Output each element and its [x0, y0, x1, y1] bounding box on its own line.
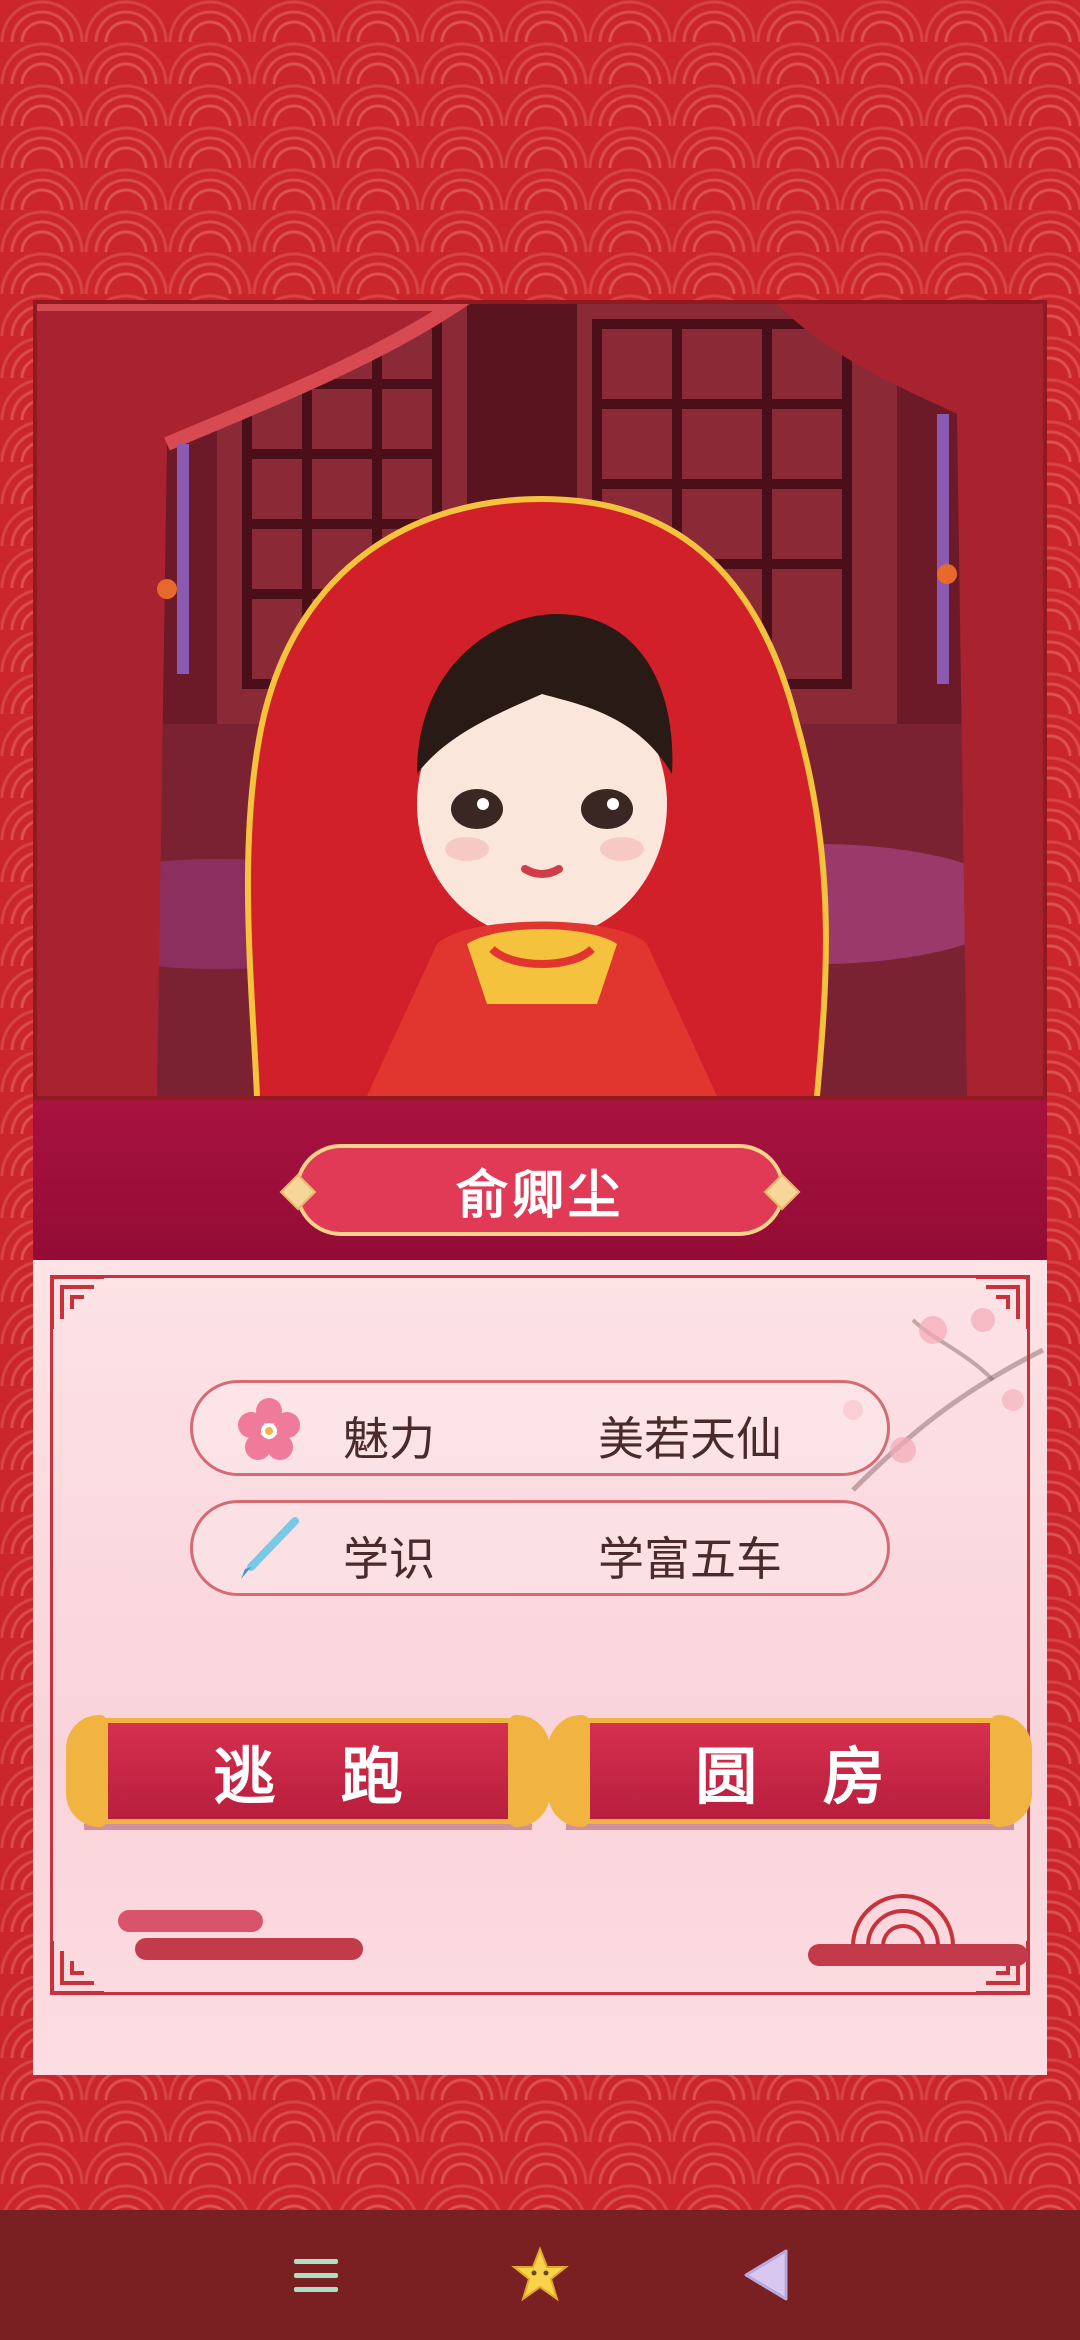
menu-icon[interactable] — [286, 2245, 346, 2305]
stat-row-charm: 魅力 美若天仙 — [190, 1380, 890, 1476]
plum-blossom-icon — [238, 1398, 300, 1460]
stat-label: 魅力 — [343, 1412, 435, 1466]
character-name: 俞卿尘 — [455, 1165, 624, 1226]
bride-scene — [33, 300, 1047, 1100]
button-cap-right — [990, 1715, 1032, 1827]
wave-ornament — [851, 1894, 955, 1947]
brush-icon — [241, 1517, 299, 1579]
consummate-button-label: 圆 房 — [695, 1740, 907, 1813]
escape-button[interactable]: 逃 跑 — [66, 1715, 550, 1827]
button-cap-left — [548, 1715, 590, 1827]
stat-value: 学富五车 — [598, 1532, 782, 1586]
star-icon[interactable] — [510, 2245, 570, 2305]
corner-ornament-top-left — [50, 1275, 104, 1329]
button-cap-left — [66, 1715, 108, 1827]
corner-ornament-top-right — [976, 1275, 1030, 1329]
back-icon[interactable] — [736, 2245, 796, 2305]
escape-button-label: 逃 跑 — [213, 1740, 425, 1813]
button-cap-right — [508, 1715, 550, 1827]
consummate-button[interactable]: 圆 房 — [548, 1715, 1032, 1827]
stat-value: 美若天仙 — [598, 1412, 782, 1466]
bride-illustration — [37, 304, 1043, 1096]
corner-ornament-bottom-left — [50, 1941, 104, 1995]
deco-bar — [118, 1910, 263, 1932]
bottom-navigation-bar — [0, 2210, 1080, 2340]
character-name-plate: 俞卿尘 — [279, 1144, 801, 1236]
deco-bar — [135, 1938, 363, 1960]
stat-row-knowledge: 学识 学富五车 — [190, 1500, 890, 1596]
stat-label: 学识 — [343, 1532, 435, 1586]
